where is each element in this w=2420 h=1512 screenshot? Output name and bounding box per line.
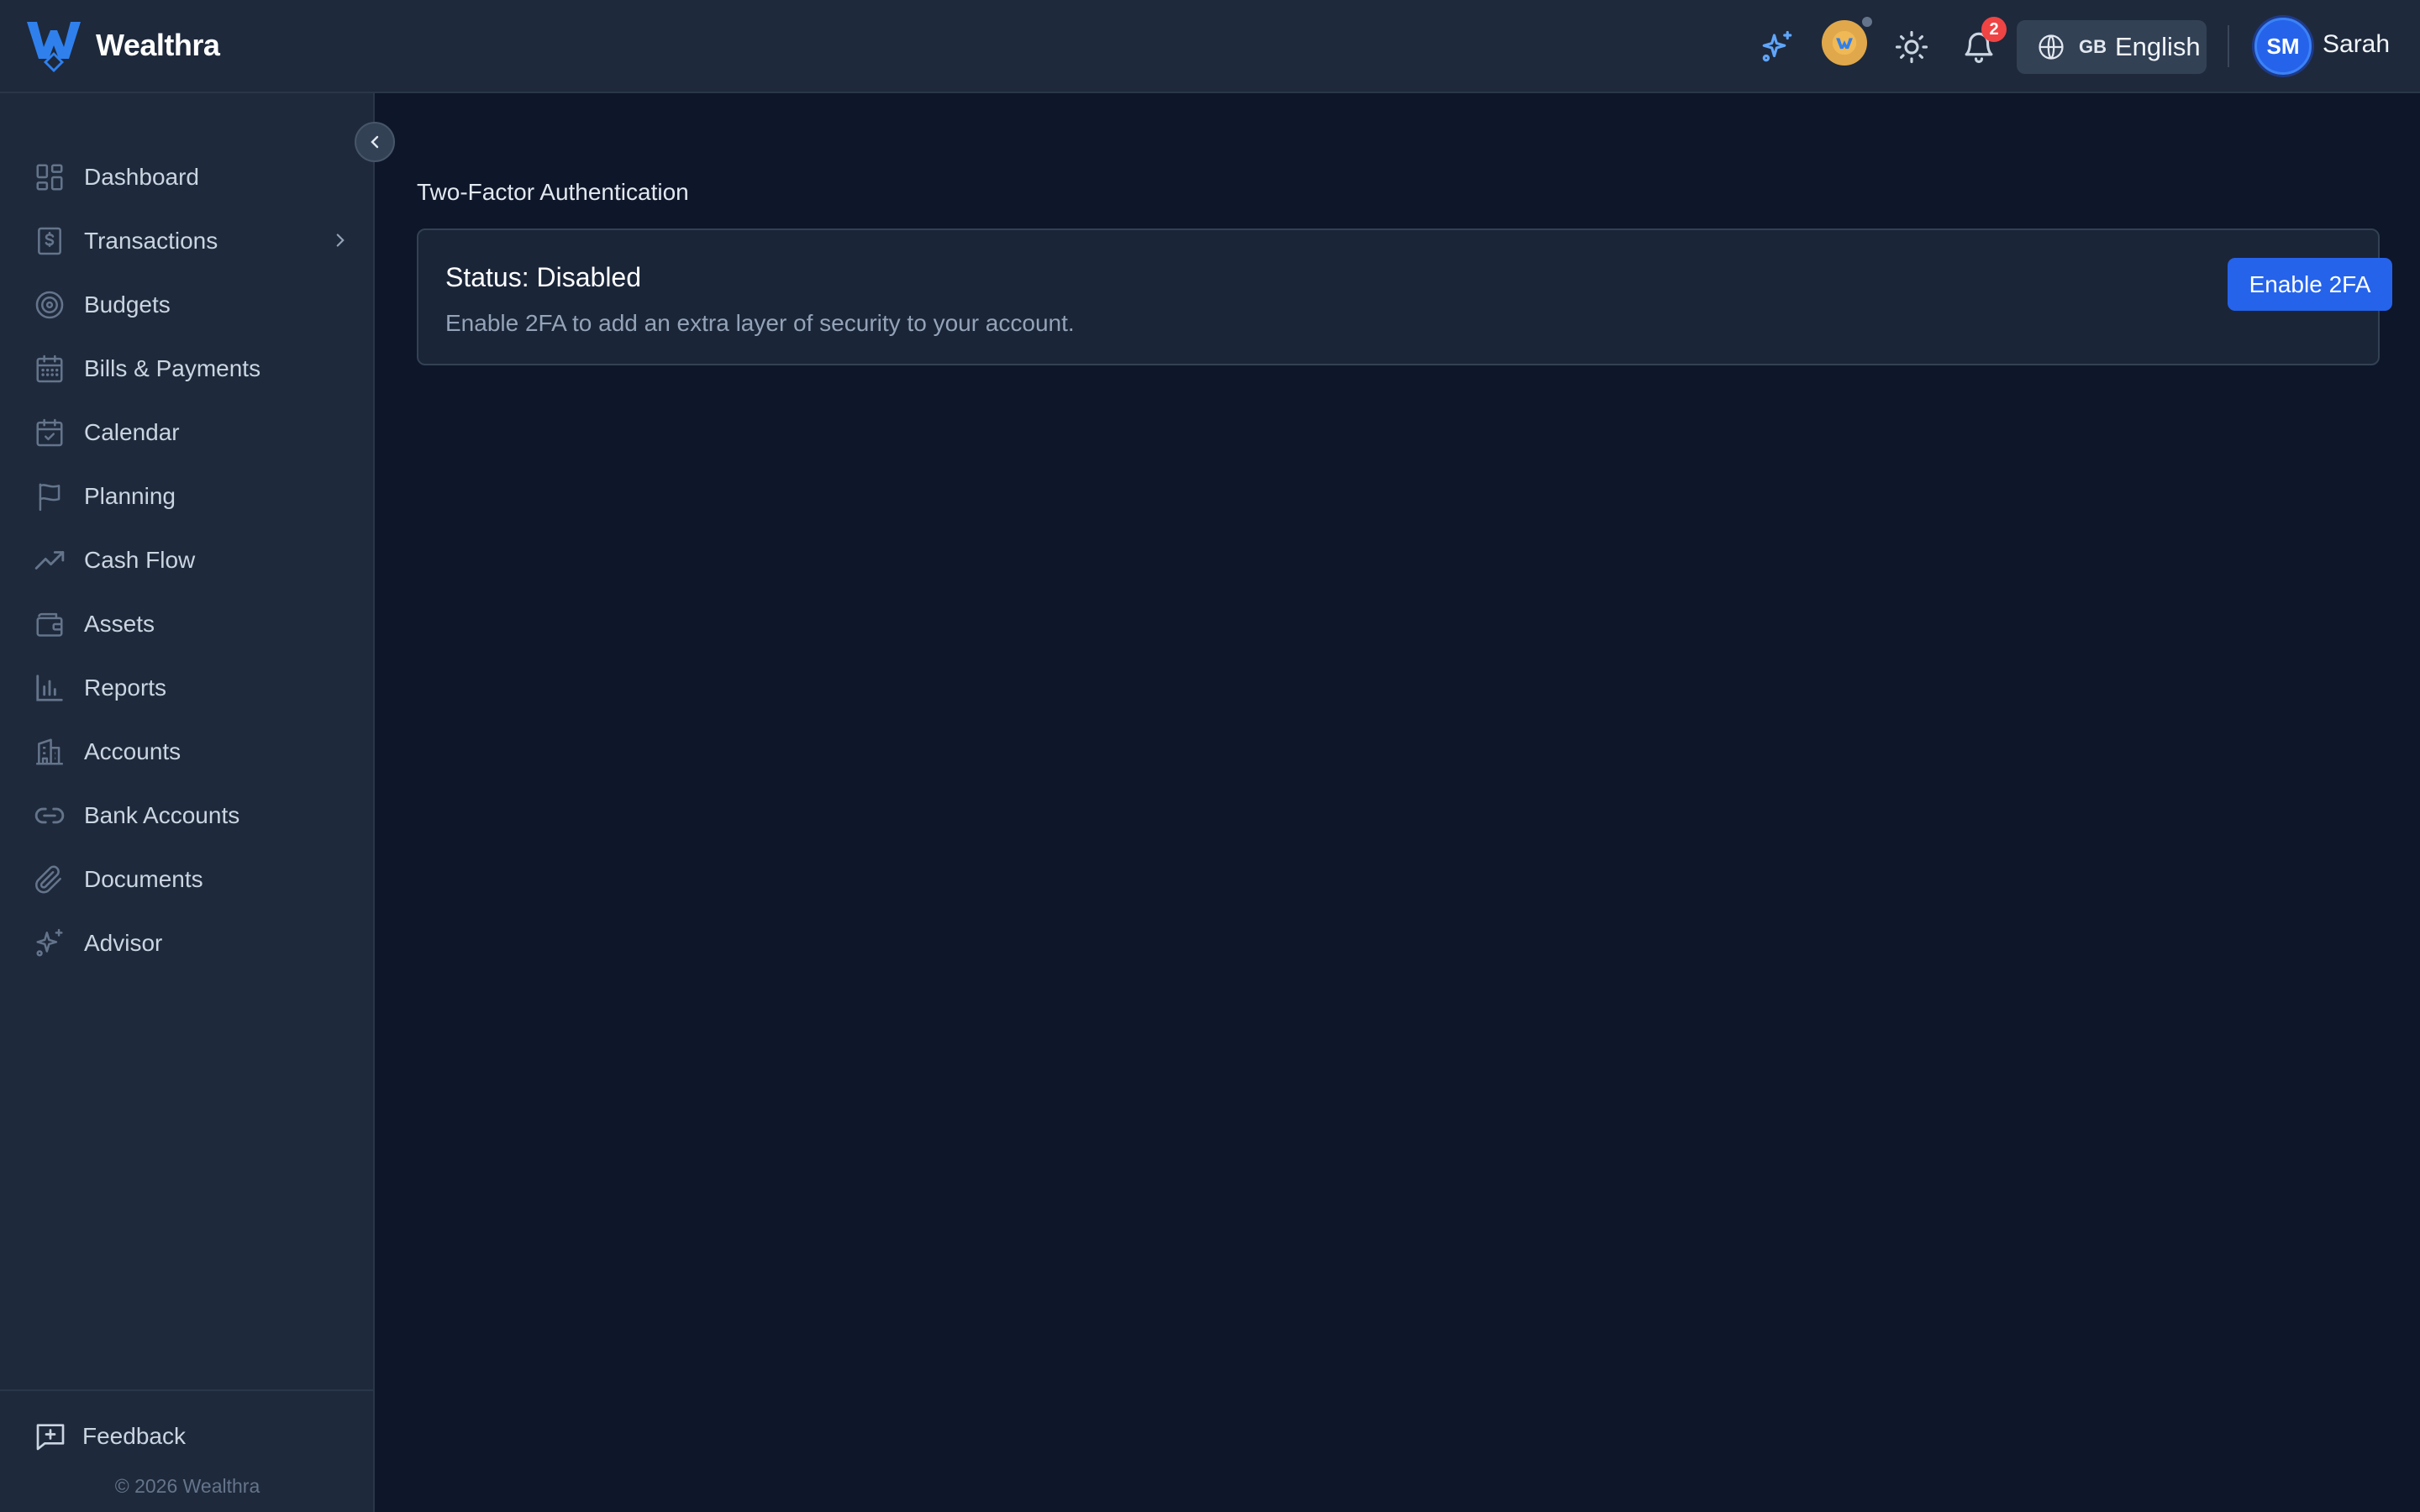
notification-badge: 2	[1981, 17, 2007, 42]
sidebar-item-assets[interactable]: Assets	[0, 592, 375, 656]
link-icon	[34, 807, 65, 824]
sidebar-item-reports[interactable]: Reports	[0, 656, 375, 720]
feedback-label: Feedback	[82, 1423, 186, 1449]
brand[interactable]: Wealthra	[25, 18, 220, 72]
sidebar-item-calendar[interactable]: Calendar	[0, 401, 375, 465]
sidebar-item-label: Transactions	[84, 228, 218, 254]
two-factor-card: Status: Disabled Enable 2FA to add an ex…	[417, 228, 2392, 365]
feedback-icon	[36, 1424, 65, 1451]
sidebar-item-cash-flow[interactable]: Cash Flow	[0, 528, 375, 592]
sidebar-item-label: Cash Flow	[84, 547, 196, 573]
coin-icon[interactable]	[1822, 15, 1874, 66]
enable-2fa-button[interactable]: Enable 2FA	[2228, 258, 2392, 311]
calendar-grid-icon	[36, 354, 63, 383]
header-divider	[2228, 25, 2229, 67]
chevron-left-icon	[371, 135, 379, 149]
sidebar-nav: Dashboard Transactions Budgets Bills & P…	[0, 145, 375, 975]
user-name[interactable]: Sarah	[2323, 30, 2390, 59]
flag-icon	[39, 483, 60, 512]
sidebar-item-label: Bank Accounts	[84, 802, 240, 828]
wealthra-logo-icon	[27, 22, 81, 72]
receipt-icon	[38, 227, 61, 255]
globe-icon	[2039, 34, 2064, 60]
sidebar: Dashboard Transactions Budgets Bills & P…	[0, 93, 375, 1512]
paperclip-icon	[35, 865, 61, 894]
language-label: English	[2115, 32, 2201, 61]
main-content: Two-Factor Authentication Status: Disabl…	[376, 93, 2420, 1512]
top-header: Wealthra 2 GB English SM Sarah	[0, 0, 2420, 93]
bar-chart-icon	[36, 675, 63, 701]
trending-up-icon	[34, 551, 65, 570]
ai-sparkles-button[interactable]	[1754, 24, 1801, 71]
sidebar-item-label: Accounts	[84, 738, 182, 764]
feedback-button[interactable]: Feedback	[34, 1420, 186, 1453]
sidebar-item-label: Calendar	[84, 419, 180, 445]
sidebar-item-label: Dashboard	[84, 164, 199, 190]
sidebar-item-accounts[interactable]: Accounts	[0, 720, 375, 784]
sun-icon	[1895, 30, 1928, 64]
chevron-right-icon	[336, 234, 345, 247]
sidebar-item-transactions[interactable]: Transactions	[0, 209, 375, 273]
brand-name: Wealthra	[96, 28, 220, 62]
sidebar-item-bills-payments[interactable]: Bills & Payments	[0, 337, 375, 401]
sidebar-footer: Feedback © 2026 Wealthra	[0, 1389, 375, 1512]
target-icon	[35, 291, 64, 319]
sidebar-item-documents[interactable]: Documents	[0, 848, 375, 911]
status-description: Enable 2FA to add an extra layer of secu…	[445, 310, 1075, 336]
section-title: Two-Factor Authentication	[417, 179, 689, 205]
sidebar-item-label: Bills & Payments	[84, 355, 261, 381]
status-text: Status: Disabled	[445, 262, 642, 292]
sidebar-item-label: Assets	[84, 611, 155, 637]
sidebar-collapse-button[interactable]	[355, 122, 395, 162]
sidebar-item-label: Advisor	[84, 930, 163, 956]
calendar-check-icon	[36, 418, 63, 447]
dashboard-icon	[36, 164, 63, 191]
sparkles-icon	[36, 928, 63, 957]
sidebar-item-budgets[interactable]: Budgets	[0, 273, 375, 337]
status-dot	[1860, 15, 1874, 29]
sidebar-item-label: Budgets	[84, 291, 171, 318]
sidebar-item-bank-accounts[interactable]: Bank Accounts	[0, 784, 375, 848]
user-avatar[interactable]: SM	[2254, 18, 2312, 75]
coin-logo-icon	[1832, 30, 1857, 55]
sidebar-item-advisor[interactable]: Advisor	[0, 911, 375, 975]
wallet-icon	[36, 612, 63, 637]
copyright: © 2026 Wealthra	[114, 1475, 260, 1497]
language-selector[interactable]: GB English	[2017, 20, 2207, 74]
sparkles-icon	[1762, 30, 1792, 62]
sidebar-item-label: Reports	[84, 675, 167, 701]
sidebar-item-label: Documents	[84, 866, 203, 892]
sidebar-item-dashboard[interactable]: Dashboard	[0, 145, 375, 209]
theme-toggle-button[interactable]	[1888, 24, 1935, 71]
sidebar-item-label: Planning	[84, 483, 176, 509]
sidebar-item-planning[interactable]: Planning	[0, 465, 375, 528]
language-flag: GB	[2079, 36, 2107, 57]
building-icon	[36, 738, 63, 765]
